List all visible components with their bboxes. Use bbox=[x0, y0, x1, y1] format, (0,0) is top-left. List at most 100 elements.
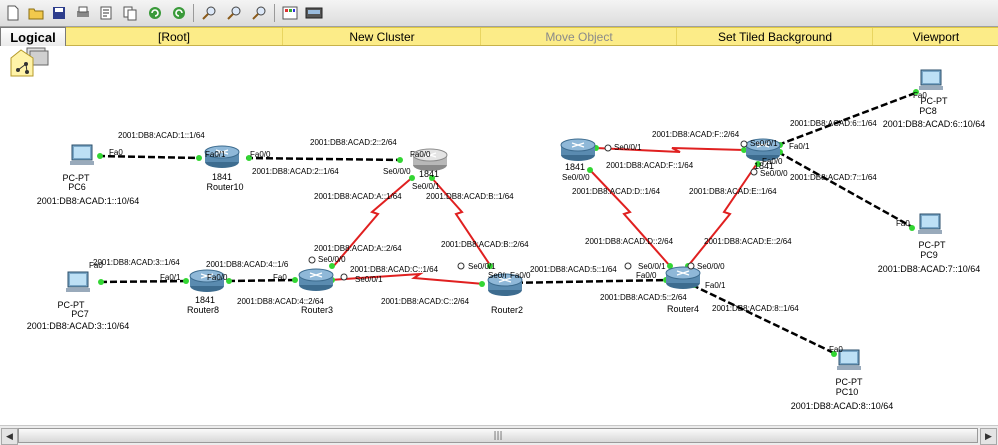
addr-acad8-1: 2001:DB8:ACAD:8::1/64 bbox=[712, 304, 799, 313]
port-pc10-fa0: Fa0 bbox=[829, 345, 843, 354]
link-lights bbox=[97, 89, 919, 357]
logical-view-icon[interactable] bbox=[5, 44, 51, 86]
pc8-ip: 2001:DB8:ACAD:6::10/64 bbox=[883, 119, 986, 129]
port-r6-fa01: Fa0/1 bbox=[789, 142, 810, 151]
port-r8-fa00: Fa0/0 bbox=[207, 273, 228, 282]
pc10-name: PC10 bbox=[836, 387, 859, 397]
port-r6-se001: Se0/0/1 bbox=[750, 139, 778, 148]
addr-acad4-1: 2001:DB8:ACAD:4::1/6 bbox=[206, 260, 289, 269]
zoom-out-icon[interactable] bbox=[249, 3, 269, 23]
viewport-button[interactable]: Viewport bbox=[872, 28, 998, 45]
pc8-name: PC8 bbox=[919, 106, 937, 116]
addr-acada-1: 2001:DB8:ACAD:A::1/64 bbox=[314, 192, 402, 201]
zoom-in-icon[interactable] bbox=[199, 3, 219, 23]
addr-acadc-1: 2001:DB8:ACAD:C::1/64 bbox=[350, 265, 439, 274]
addr-acadd-2: 2001:DB8:ACAD:D::2/64 bbox=[585, 237, 674, 246]
port-r6-se000: Se0/0/0 bbox=[760, 169, 788, 178]
port-r5-se000: Se0/0/0 bbox=[562, 173, 590, 182]
root-button[interactable]: [Root] bbox=[64, 28, 283, 45]
pc9-type: PC-PT bbox=[919, 240, 947, 250]
port-r3-fa0: Fa0 bbox=[273, 273, 287, 282]
link-router2-router4 bbox=[505, 278, 669, 285]
addr-acadf-2: 2001:DB8:ACAD:F::2/64 bbox=[652, 130, 740, 139]
router10-name: Router10 bbox=[206, 182, 243, 192]
addr-acad2-2: 2001:DB8:ACAD:2::2/64 bbox=[310, 138, 397, 147]
addr-acad3-1: 2001:DB8:ACAD:3::1/64 bbox=[93, 258, 180, 267]
router4-name: Router4 bbox=[667, 304, 699, 314]
addr-acadc-2: 2001:DB8:ACAD:C::2/64 bbox=[381, 297, 470, 306]
pc9-name: PC9 bbox=[920, 250, 938, 260]
new-cluster-button[interactable]: New Cluster bbox=[282, 28, 481, 45]
pc6-name: PC6 bbox=[68, 182, 86, 192]
workspace-navbar: [Root] New Cluster Move Object Set Tiled… bbox=[0, 27, 998, 46]
link-router6-pc9 bbox=[777, 150, 915, 230]
horizontal-scrollbar[interactable]: ◀ ||| ▶ bbox=[0, 425, 998, 445]
addr-acadf-1: 2001:DB8:ACAD:F::1/64 bbox=[606, 161, 694, 170]
port-r6-fa00: Fa0/0 bbox=[762, 157, 783, 166]
port-pc8-fa0: Fa0 bbox=[913, 91, 927, 100]
router3-name: Router3 bbox=[301, 305, 333, 315]
open-folder-icon[interactable] bbox=[26, 3, 46, 23]
port-r4-fa01: Fa0/1 bbox=[705, 281, 726, 290]
addr-acad6-1: 2001:DB8:ACAD:6::1/64 bbox=[790, 119, 877, 128]
link-router5-router4 bbox=[589, 169, 671, 267]
port-rtop-fa00: Fa0/0 bbox=[410, 150, 431, 159]
port-pc6-fa0: Fa0 bbox=[109, 148, 123, 157]
logical-workspace[interactable]: PC-PT PC6 2001:DB8:ACAD:1::10/64 1841 Ro… bbox=[0, 45, 998, 425]
port-r4-fa00: Fa0/0 bbox=[636, 271, 657, 280]
activity-wizard-icon[interactable] bbox=[96, 3, 116, 23]
print-icon[interactable] bbox=[73, 3, 93, 23]
addr-acada-2: 2001:DB8:ACAD:A::2/64 bbox=[314, 244, 402, 253]
undo-icon[interactable] bbox=[145, 3, 165, 23]
port-r10-fa01: Fa0/1 bbox=[205, 150, 226, 159]
router2-name: Router2 bbox=[491, 305, 523, 315]
port-r2-se0: Se0/ı bbox=[488, 271, 507, 280]
addr-acadb-1: 2001:DB8:ACAD:B::1/64 bbox=[426, 192, 514, 201]
pc7-ip: 2001:DB8:ACAD:3::10/64 bbox=[27, 321, 130, 331]
pc6-ip: 2001:DB8:ACAD:1::10/64 bbox=[37, 196, 140, 206]
pc-icons[interactable] bbox=[66, 69, 943, 370]
port-r3-se000: Se0/0/0 bbox=[318, 255, 346, 264]
addr-acad2-1: 2001:DB8:ACAD:2::1/64 bbox=[252, 167, 339, 176]
addr-acadd-1: 2001:DB8:ACAD:D::1/64 bbox=[572, 187, 661, 196]
save-icon[interactable] bbox=[49, 3, 69, 23]
router8-model: 1841 bbox=[195, 295, 215, 305]
port-r5-se001: Se0/0/1 bbox=[614, 143, 642, 152]
link-router6-router4 bbox=[687, 161, 759, 267]
palette-icon[interactable] bbox=[280, 3, 300, 23]
port-r4-se000: Se0/0/0 bbox=[697, 262, 725, 271]
addr-acad5-2: 2001:DB8:ACAD:5::2/64 bbox=[600, 293, 687, 302]
router8-name: Router8 bbox=[187, 305, 219, 315]
link-router4-pc10 bbox=[691, 283, 837, 356]
addr-acadb-2: 2001:DB8:ACAD:B::2/64 bbox=[441, 240, 529, 249]
router5-model: 1841 bbox=[565, 162, 585, 172]
addr-acad7-1: 2001:DB8:ACAD:7::1/64 bbox=[790, 173, 877, 182]
pc7-name: PC7 bbox=[71, 309, 89, 319]
port-rtop-se000: Se0/0/0 bbox=[383, 167, 411, 176]
port-r10-fa00: Fa0/0 bbox=[250, 150, 271, 159]
addr-acad5-1: 2001:DB8:ACAD:5::1/64 bbox=[530, 265, 617, 274]
addr-acad4-2: 2001:DB8:ACAD:4::2/64 bbox=[237, 297, 324, 306]
addr-acade-1: 2001:DB8:ACAD:E::1/64 bbox=[689, 187, 777, 196]
port-r4-se001: Se0/0/1 bbox=[638, 262, 666, 271]
port-r2-fa00: Fa0/0 bbox=[510, 271, 531, 280]
zoom-reset-icon[interactable] bbox=[224, 3, 244, 23]
port-pc9-fa0: Fa0 bbox=[896, 219, 910, 228]
custom-device-icon[interactable] bbox=[304, 3, 324, 23]
router10-model: 1841 bbox=[212, 172, 232, 182]
addr-acade-2: 2001:DB8:ACAD:E::2/64 bbox=[704, 237, 792, 246]
new-file-icon[interactable] bbox=[3, 3, 23, 23]
pc9-ip: 2001:DB8:ACAD:7::10/64 bbox=[878, 264, 981, 274]
move-object-button[interactable]: Move Object bbox=[480, 28, 677, 45]
scroll-left-icon[interactable]: ◀ bbox=[1, 428, 18, 445]
port-r8-fa01: Fa0/1 bbox=[160, 273, 181, 282]
set-tiled-background-button[interactable]: Set Tiled Background bbox=[676, 28, 873, 45]
copy-icon[interactable] bbox=[120, 3, 140, 23]
redo-icon[interactable] bbox=[169, 3, 189, 23]
link-router3-router2 bbox=[329, 272, 485, 285]
pc10-ip: 2001:DB8:ACAD:8::10/64 bbox=[791, 401, 894, 411]
scroll-right-icon[interactable]: ▶ bbox=[980, 428, 997, 445]
addr-acad1-1: 2001:DB8:ACAD:1::1/64 bbox=[118, 131, 205, 140]
pc10-type: PC-PT bbox=[836, 377, 864, 387]
scroll-thumb[interactable]: ||| bbox=[18, 428, 978, 443]
